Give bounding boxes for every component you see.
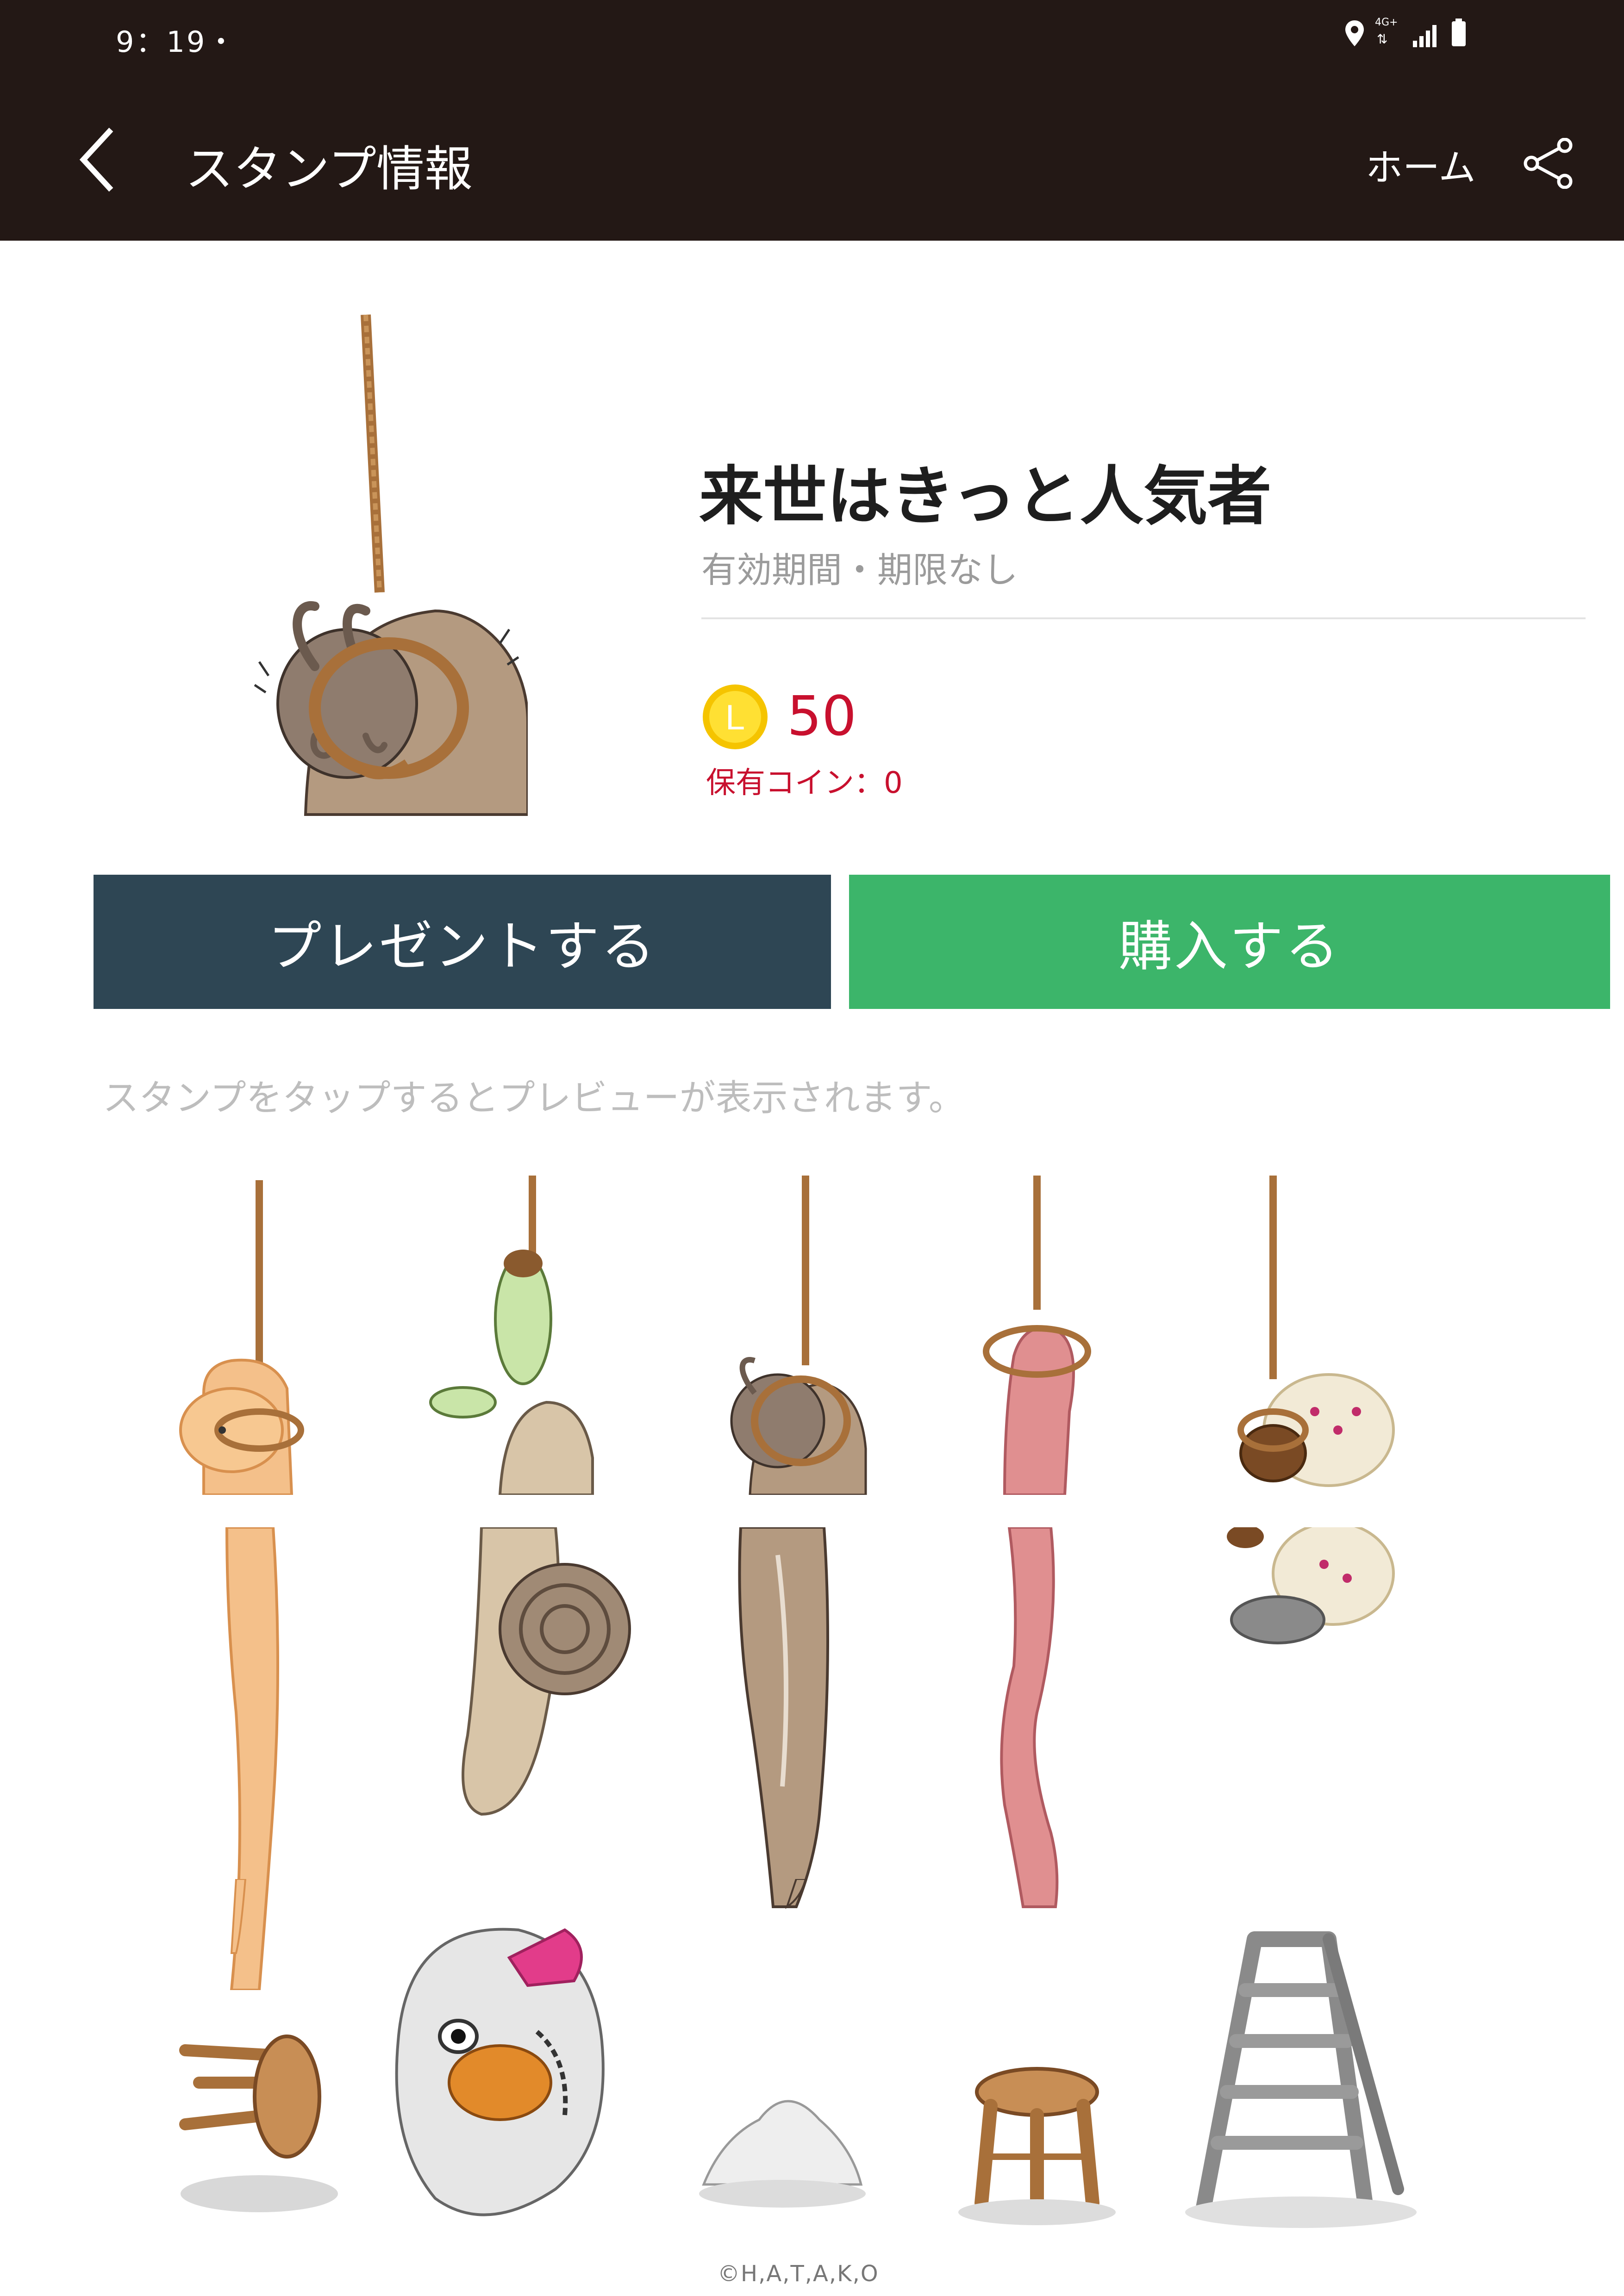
price: 50 [787, 684, 857, 748]
location-icon [1345, 20, 1364, 46]
coins-owned: 保有コイン：0 [706, 766, 903, 800]
battery-icon [1452, 19, 1466, 46]
sticker-zebra-finch[interactable] [370, 1902, 630, 2235]
svg-text:L: L [725, 698, 745, 737]
status-bar: 9：19・ 4G+ ⇅ [0, 0, 1624, 74]
sticker-wooden-stool[interactable] [907, 1879, 1167, 2231]
sticker-dust-pile[interactable] [648, 1879, 907, 2231]
line-coin-icon: L [703, 684, 768, 749]
sticker-hanging-snail-cocoon[interactable] [389, 1171, 648, 1495]
app-bar: スタンプ情報 ホーム [0, 74, 1624, 241]
sticker-creature-bowl[interactable] [1167, 1527, 1426, 1712]
buy-button[interactable]: 購入する [849, 875, 1610, 1009]
status-time: 9：19・ [116, 25, 237, 59]
signal-icon [1413, 25, 1437, 47]
home-link[interactable]: ホーム [1366, 138, 1476, 192]
status-icons: 4G+ ⇅ [1344, 17, 1467, 47]
sticker-title: 来世はきっと人気者 [699, 459, 1272, 534]
copyright: ©H,A,T,A,K,O [718, 2261, 879, 2287]
sticker-main-image [254, 314, 528, 816]
back-arrow-icon[interactable] [74, 125, 120, 194]
share-icon[interactable] [1523, 138, 1574, 189]
sticker-stepladder[interactable] [1167, 1930, 1426, 2235]
sticker-hanging-creature-with-bowl[interactable] [1167, 1171, 1426, 1495]
sticker-hanging-sweet-potato[interactable] [130, 1171, 389, 1495]
preview-hint: スタンプをタップするとプレビューが表示されます。 [103, 1077, 965, 1119]
divider [701, 617, 1586, 619]
network-type: 4G+ ⇅ [1375, 17, 1398, 47]
gift-button[interactable]: プレゼントする [94, 875, 831, 1009]
sticker-hanging-slug[interactable] [648, 1171, 907, 1495]
sticker-hanging-worm[interactable] [907, 1171, 1167, 1495]
sticker-snail-body[interactable] [389, 1527, 648, 1851]
page-title: スタンプ情報 [185, 141, 473, 197]
validity-period: 有効期間・期限なし [701, 549, 1018, 591]
sticker-toppled-stool[interactable] [130, 1879, 389, 2231]
